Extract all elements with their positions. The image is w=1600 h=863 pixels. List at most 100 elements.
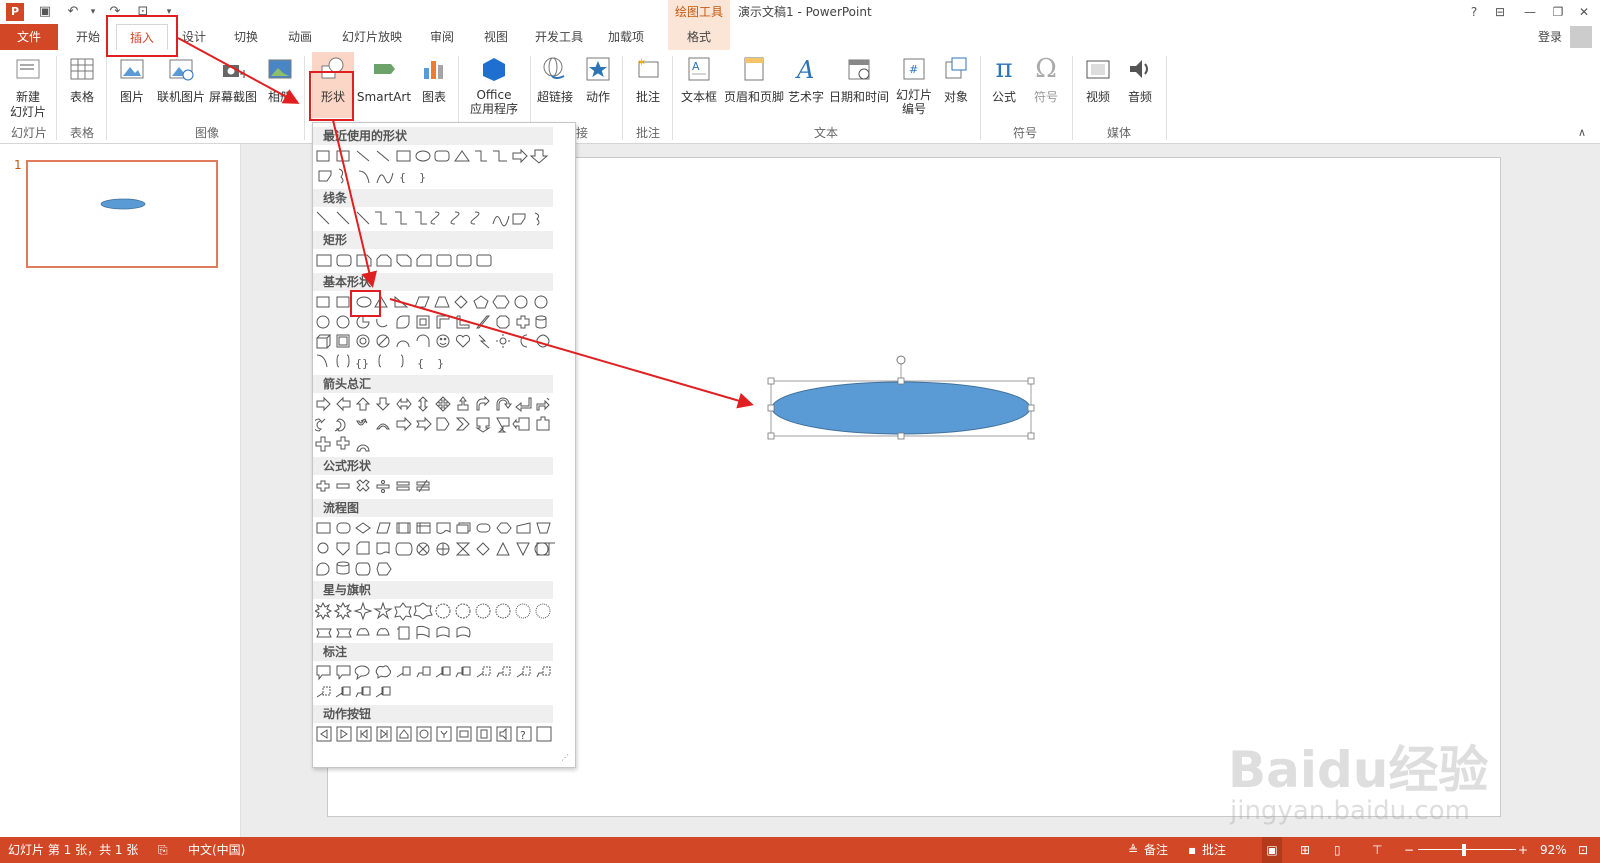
wordart-button[interactable]: A 艺术字 (786, 54, 826, 105)
recent-shapes-grid[interactable]: {} (315, 147, 555, 185)
comments-icon[interactable]: ▪ (1188, 837, 1196, 863)
zoom-slider-thumb[interactable] (1462, 844, 1466, 856)
shapes-button[interactable]: 形状 (312, 52, 354, 118)
new-slide-icon (13, 54, 43, 84)
slide-number-icon: # (899, 54, 929, 84)
equation-button[interactable]: π 公式 (984, 54, 1024, 105)
slide-number-button[interactable]: # 幻灯片 编号 (892, 54, 936, 116)
action-buttons-grid[interactable]: ? (315, 725, 555, 745)
symbol-button[interactable]: Ω 符号 (1026, 54, 1066, 105)
callouts-grid[interactable] (315, 663, 555, 705)
datetime-button[interactable]: 日期和时间 (826, 54, 892, 105)
tab-slideshow[interactable]: 幻灯片放映 (332, 24, 412, 50)
audio-button[interactable]: 音频 (1120, 54, 1160, 105)
tab-review[interactable]: 审阅 (420, 24, 464, 50)
smartart-button[interactable]: SmartArt (356, 54, 412, 105)
zoom-in-button[interactable]: + (1518, 837, 1528, 863)
tab-home[interactable]: 开始 (66, 24, 110, 50)
minimize-icon[interactable]: — (1518, 2, 1542, 22)
customize-toolbar-icon[interactable]: ▾ (160, 3, 178, 21)
tab-design[interactable]: 设计 (172, 24, 216, 50)
equation-label: 公式 (991, 90, 1016, 104)
object-label: 对象 (943, 90, 968, 104)
notes-icon[interactable]: ≜ (1128, 837, 1138, 863)
textbox-button[interactable]: A 文本框 (676, 54, 722, 105)
chart-icon (419, 54, 449, 84)
normal-view-icon[interactable]: ▣ (1262, 837, 1282, 863)
slide-sorter-icon[interactable]: ⊞ (1300, 837, 1310, 863)
selected-ellipse-shape[interactable] (760, 352, 1040, 442)
tab-transitions[interactable]: 切换 (224, 24, 268, 50)
video-button[interactable]: 视频 (1078, 54, 1118, 105)
lines-grid[interactable] (315, 209, 555, 229)
tab-insert[interactable]: 插入 (116, 24, 168, 50)
restore-icon[interactable]: ❐ (1546, 2, 1570, 22)
hyperlink-button[interactable]: 超链接 (534, 54, 576, 105)
spell-check-icon[interactable]: ⎘ (158, 837, 168, 863)
comment-icon: ✶ (633, 54, 663, 84)
group-tables-label: 表格 (69, 126, 94, 140)
video-label: 视频 (1085, 90, 1110, 104)
office-apps-button[interactable]: Office 应用程序 (462, 54, 526, 116)
online-picture-label: 联机图片 (156, 90, 205, 104)
save-icon[interactable]: ▣ (36, 3, 54, 21)
slide-thumbnail[interactable] (26, 160, 218, 268)
flowchart-grid[interactable] (315, 519, 555, 581)
notes-button[interactable]: 备注 (1144, 837, 1168, 863)
title-bar: P ▣ ↶ ▾ ↷ ⊡ ▾ 绘图工具 演示文稿1 - PowerPoint ? … (0, 0, 1600, 24)
svg-text:{: { (417, 357, 424, 370)
photo-album-icon (265, 54, 295, 84)
zoom-out-button[interactable]: − (1404, 837, 1414, 863)
collapse-ribbon-icon[interactable]: ∧ (1578, 126, 1586, 139)
chart-button[interactable]: 图表 (414, 54, 454, 105)
zoom-level[interactable]: 92% (1540, 837, 1567, 863)
online-picture-button[interactable]: 联机图片 (156, 54, 206, 105)
category-flowchart: 流程图 (313, 499, 553, 517)
zoom-slider-track[interactable] (1418, 849, 1516, 850)
redo-icon[interactable]: ↷ (106, 3, 124, 21)
header-footer-button[interactable]: 页眉和页脚 (722, 54, 786, 105)
textbox-label: 文本框 (680, 90, 717, 104)
comments-button[interactable]: 批注 (1202, 837, 1226, 863)
tab-animations[interactable]: 动画 (278, 24, 322, 50)
tab-view[interactable]: 视图 (474, 24, 518, 50)
block-arrows-grid[interactable] (315, 395, 555, 457)
help-button[interactable]: ? (1462, 2, 1486, 22)
ribbon-display-options-icon[interactable]: ⊟ (1488, 2, 1512, 22)
undo-icon[interactable]: ↶ (64, 3, 82, 21)
reading-view-icon[interactable]: ▯ (1334, 837, 1341, 863)
table-button[interactable]: 表格 (62, 54, 102, 105)
tab-developer[interactable]: 开发工具 (528, 24, 590, 50)
language-status[interactable]: 中文(中国) (188, 837, 245, 863)
object-button[interactable]: 对象 (936, 54, 976, 105)
tab-file[interactable]: 文件 (0, 24, 58, 50)
close-icon[interactable]: ✕ (1572, 2, 1596, 22)
stars-banners-grid[interactable] (315, 601, 555, 643)
action-label: 动作 (585, 90, 610, 104)
picture-button[interactable]: 图片 (112, 54, 152, 105)
group-symbols-label: 符号 (1012, 126, 1037, 140)
resize-grip-icon[interactable]: ⋰ (561, 753, 569, 762)
equation-shapes-grid[interactable] (315, 477, 555, 497)
new-slide-button[interactable]: 新建 幻灯片 (4, 54, 52, 120)
basic-shapes-grid[interactable]: {} {} (315, 293, 555, 375)
hyperlink-label: 超链接 (536, 90, 573, 104)
shapes-label: 形状 (320, 90, 345, 104)
calendar-icon (844, 54, 874, 84)
separator (672, 56, 673, 140)
office-store-icon (479, 54, 509, 84)
rectangles-grid[interactable] (315, 251, 555, 271)
tab-addins[interactable]: 加载项 (600, 24, 652, 50)
action-button[interactable]: 动作 (578, 54, 618, 105)
avatar-icon[interactable] (1570, 26, 1592, 48)
fit-slide-icon[interactable]: ⊡ (1578, 837, 1588, 863)
undo-dropdown-icon[interactable]: ▾ (84, 3, 102, 21)
screenshot-button[interactable]: + 屏幕截图 (208, 54, 258, 105)
tab-format[interactable]: 格式 (668, 24, 730, 50)
category-lines: 线条 (313, 189, 553, 207)
photo-album-button[interactable]: 相册 (260, 54, 300, 105)
slideshow-view-icon[interactable]: ⊤ (1372, 837, 1382, 863)
sign-in-link[interactable]: 登录 (1538, 24, 1562, 50)
start-slideshow-icon[interactable]: ⊡ (134, 3, 152, 21)
comment-button[interactable]: ✶ 批注 (628, 54, 668, 105)
